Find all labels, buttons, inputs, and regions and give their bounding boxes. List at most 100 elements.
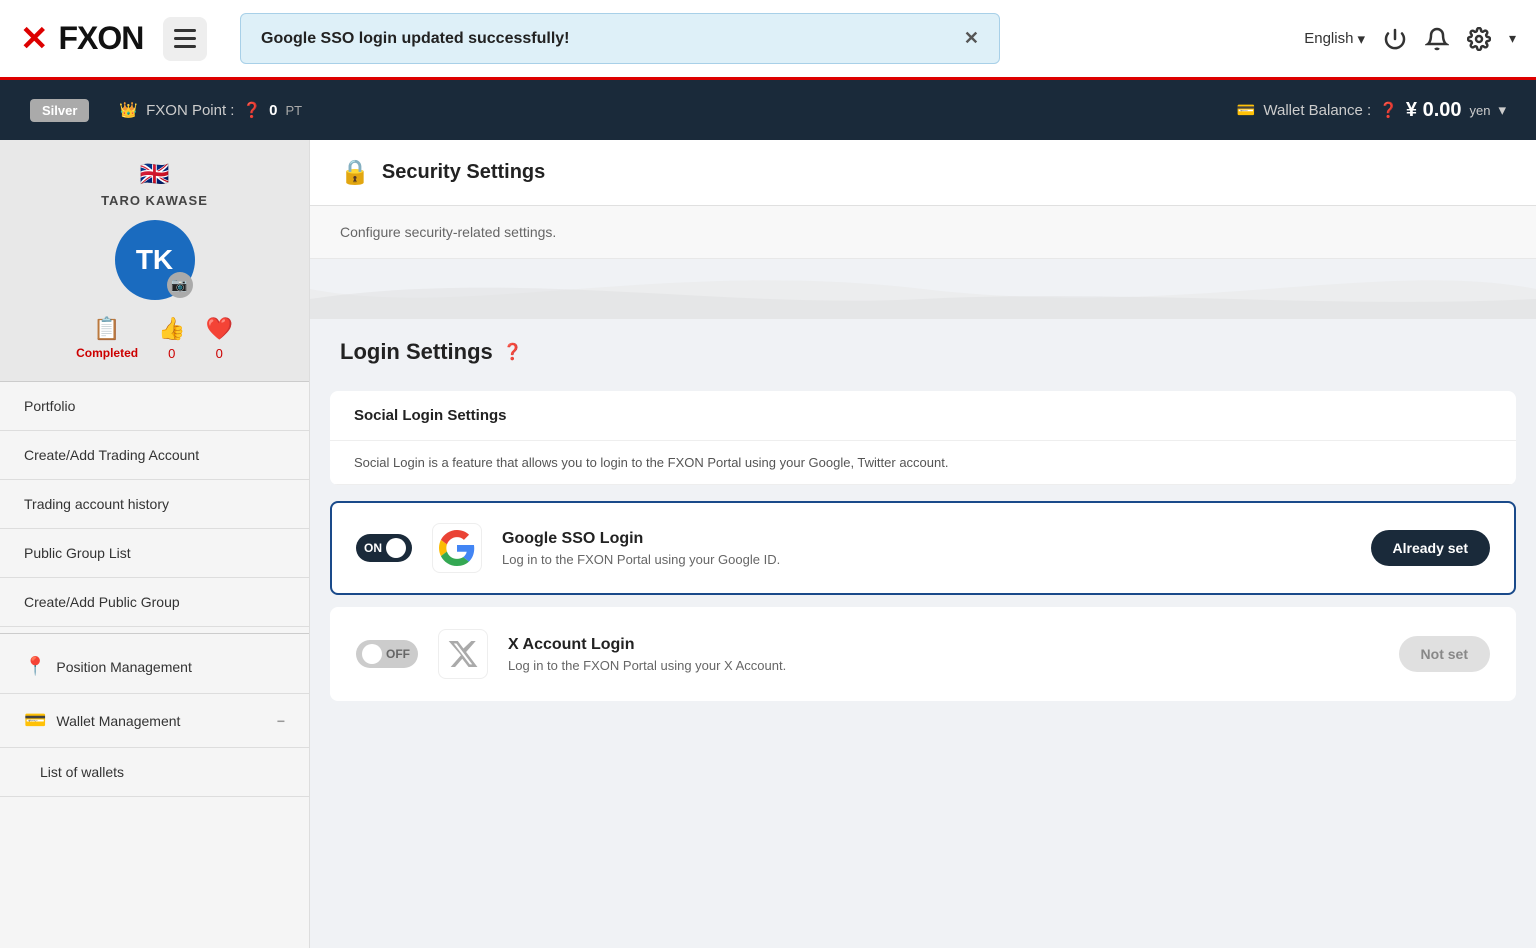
header-right: English ▾ ▾ xyxy=(1304,27,1516,51)
favorites-icon: ❤️ xyxy=(206,316,233,342)
wallet-arrow-icon: ▾ xyxy=(1498,101,1506,119)
sidebar-item-position-management[interactable]: 📍 Position Management xyxy=(0,640,309,694)
google-sso-description: Log in to the FXON Portal using your Goo… xyxy=(502,552,1351,567)
content-area: 🔒 Security Settings Configure security-r… xyxy=(310,140,1536,948)
x-account-row: OFF X Account Login Log in to the FXON P… xyxy=(330,607,1516,701)
logo-x-icon: ✕ xyxy=(20,19,49,59)
top-header: ✕ FXON Google SSO login updated successf… xyxy=(0,0,1536,80)
login-settings-help-icon[interactable]: ❓ xyxy=(503,342,523,362)
fxon-point-value: 0 xyxy=(269,102,277,119)
main-layout: 🇬🇧 TARO KAWASE TK 📷 📋 Completed 👍 0 ❤ xyxy=(0,140,1536,948)
language-arrow-icon: ▾ xyxy=(1357,30,1365,48)
sidebar-profile: 🇬🇧 TARO KAWASE TK 📷 📋 Completed 👍 0 ❤ xyxy=(0,140,309,382)
language-selector[interactable]: English ▾ xyxy=(1304,30,1365,48)
x-toggle-label: OFF xyxy=(386,647,410,661)
security-icon: 🔒 xyxy=(340,158,370,187)
x-not-set-button[interactable]: Not set xyxy=(1399,636,1490,672)
sidebar-nav: Portfolio Create/Add Trading Account Tra… xyxy=(0,382,309,797)
x-account-title: X Account Login xyxy=(508,636,1379,654)
x-logo-container xyxy=(438,629,488,679)
stat-completed: 📋 Completed xyxy=(76,316,138,361)
crown-icon: 👑 xyxy=(119,101,138,119)
sub-header: Silver 👑 FXON Point : ❓ 0 PT 💳 Wallet Ba… xyxy=(0,80,1536,140)
google-toggle-circle xyxy=(386,538,406,558)
section-header: 🔒 Security Settings xyxy=(310,140,1536,206)
google-sso-title: Google SSO Login xyxy=(502,530,1351,548)
hamburger-button[interactable] xyxy=(163,17,207,61)
position-icon: 📍 xyxy=(24,656,46,677)
wallet-collapse-icon: − xyxy=(277,713,285,729)
wallet-management-label: Wallet Management xyxy=(56,713,180,729)
settings-arrow-icon: ▾ xyxy=(1509,30,1516,47)
likes-icon: 👍 xyxy=(158,316,185,342)
avatar-initials: TK xyxy=(136,244,173,276)
sidebar-item-portfolio[interactable]: Portfolio xyxy=(0,382,309,431)
fxon-points: 👑 FXON Point : ❓ 0 PT xyxy=(119,101,302,119)
login-settings-header: Login Settings ❓ xyxy=(310,319,1536,375)
wallet-help-icon[interactable]: ❓ xyxy=(1379,101,1398,119)
social-login-subtitle: Social Login Settings xyxy=(330,391,1516,441)
google-toggle[interactable]: ON xyxy=(356,534,412,562)
rank-badge: Silver xyxy=(30,99,89,122)
logo-text: FXON xyxy=(59,20,144,57)
login-settings-title: Login Settings xyxy=(340,339,493,365)
google-toggle-on[interactable]: ON xyxy=(356,534,412,562)
wallet-mgmt-icon: 💳 xyxy=(24,710,46,731)
notification-close-button[interactable]: ✕ xyxy=(964,28,979,49)
notification-text: Google SSO login updated successfully! xyxy=(261,30,570,48)
social-login-card: Social Login Settings Social Login is a … xyxy=(330,391,1516,485)
flag-icon: 🇬🇧 xyxy=(20,160,289,189)
hamburger-line xyxy=(174,45,196,48)
wave-divider xyxy=(310,259,1536,319)
hamburger-line xyxy=(174,29,196,32)
sidebar-item-create-public-group[interactable]: Create/Add Public Group xyxy=(0,578,309,627)
likes-value: 0 xyxy=(168,346,175,361)
avatar-camera-button[interactable]: 📷 xyxy=(167,272,193,298)
sidebar-item-public-group-list[interactable]: Public Group List xyxy=(0,529,309,578)
stat-favorites: ❤️ 0 xyxy=(206,316,233,361)
language-label: English xyxy=(1304,30,1353,47)
security-title: Security Settings xyxy=(382,161,545,184)
profile-stats: 📋 Completed 👍 0 ❤️ 0 xyxy=(20,316,289,361)
sidebar-item-trading-history[interactable]: Trading account history xyxy=(0,480,309,529)
wallet-balance-label: Wallet Balance : xyxy=(1263,102,1371,119)
fxon-help-icon[interactable]: ❓ xyxy=(242,101,261,119)
google-toggle-label: ON xyxy=(364,541,382,555)
wallet-balance: 💳 Wallet Balance : ❓ ¥ 0.00 yen ▾ xyxy=(1237,99,1506,122)
social-login-description: Social Login is a feature that allows yo… xyxy=(330,441,1516,485)
google-already-set-button[interactable]: Already set xyxy=(1371,530,1490,566)
notification-banner: Google SSO login updated successfully! ✕ xyxy=(240,13,1000,64)
notifications-button[interactable] xyxy=(1425,27,1449,51)
x-toggle-off[interactable]: OFF xyxy=(356,640,418,668)
sidebar-item-create-trading-account[interactable]: Create/Add Trading Account xyxy=(0,431,309,480)
x-toggle[interactable]: OFF xyxy=(356,640,418,668)
favorites-value: 0 xyxy=(216,346,223,361)
position-management-label: Position Management xyxy=(56,659,191,675)
stat-likes: 👍 0 xyxy=(158,316,185,361)
x-account-info: X Account Login Log in to the FXON Porta… xyxy=(508,636,1379,673)
wallet-amount: ¥ 0.00 xyxy=(1406,99,1462,122)
google-logo xyxy=(432,523,482,573)
security-description: Configure security-related settings. xyxy=(310,206,1536,259)
sidebar-item-wallet-management[interactable]: 💳 Wallet Management − xyxy=(0,694,309,748)
sidebar: 🇬🇧 TARO KAWASE TK 📷 📋 Completed 👍 0 ❤ xyxy=(0,140,310,948)
google-g-icon xyxy=(439,530,475,566)
sidebar-item-list-of-wallets[interactable]: List of wallets xyxy=(0,748,309,797)
fxon-point-label: FXON Point : xyxy=(146,102,234,119)
x-toggle-circle xyxy=(362,644,382,664)
description-text: Configure security-related settings. xyxy=(340,224,556,240)
fxon-point-unit: PT xyxy=(286,103,303,118)
completed-icon: 📋 xyxy=(93,316,120,342)
google-sso-info: Google SSO Login Log in to the FXON Port… xyxy=(502,530,1351,567)
avatar-container: TK 📷 xyxy=(115,220,195,300)
google-sso-row: ON Google SSO Login Log in to the FXON P… xyxy=(330,501,1516,595)
power-button[interactable] xyxy=(1383,27,1407,51)
wallet-unit: yen xyxy=(1470,103,1491,118)
wallet-icon: 💳 xyxy=(1237,101,1256,119)
settings-button[interactable] xyxy=(1467,27,1491,51)
logo-area: ✕ FXON xyxy=(20,17,220,61)
x-logo-icon xyxy=(447,638,479,670)
x-account-description: Log in to the FXON Portal using your X A… xyxy=(508,658,1379,673)
completed-label: Completed xyxy=(76,346,138,360)
profile-name: TARO KAWASE xyxy=(20,193,289,208)
